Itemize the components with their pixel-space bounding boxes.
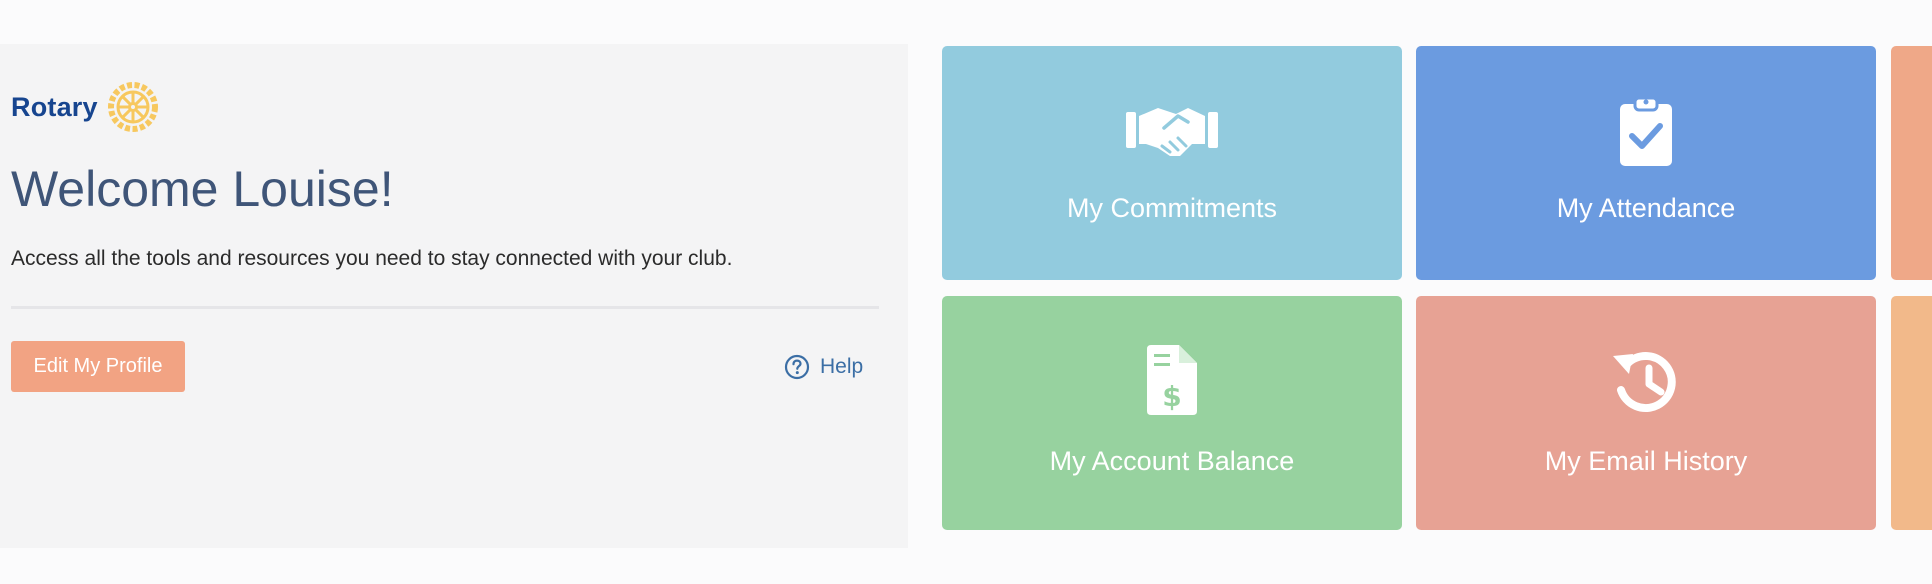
- rotary-wheel-icon: [107, 82, 158, 132]
- tile-label: My Commitments: [1066, 193, 1277, 223]
- help-link[interactable]: Help: [784, 354, 863, 380]
- welcome-tagline: Access all the tools and resources you n…: [11, 247, 733, 270]
- history-icon: [1613, 352, 1676, 412]
- rotary-logo: Rotary: [11, 80, 160, 134]
- handshake-icon: [1126, 108, 1218, 156]
- tile-partial-top[interactable]: [1891, 46, 1932, 280]
- tile-my-commitments[interactable]: My Commitments: [942, 46, 1402, 280]
- tile-my-email-history[interactable]: My Email History: [1416, 296, 1876, 530]
- help-icon: [784, 354, 810, 380]
- tile-partial-bottom[interactable]: [1891, 296, 1932, 530]
- tile-my-attendance[interactable]: My Attendance: [1416, 46, 1876, 280]
- tile-label: My Email History: [1544, 446, 1748, 476]
- tile-label: My Attendance: [1556, 193, 1736, 223]
- help-label: Help: [820, 355, 864, 378]
- invoice-dollar-icon: $: [1147, 345, 1197, 415]
- welcome-heading: Welcome Louise!: [11, 161, 394, 217]
- tile-label: My Account Balance: [1049, 446, 1295, 476]
- svg-text:$: $: [1162, 380, 1181, 413]
- clipboard-check-icon: [1620, 96, 1672, 166]
- divider: [11, 306, 879, 309]
- logo-text: Rotary: [11, 91, 98, 122]
- edit-profile-button[interactable]: Edit My Profile: [11, 341, 185, 392]
- tile-my-account-balance[interactable]: $ My Account Balance: [942, 296, 1402, 530]
